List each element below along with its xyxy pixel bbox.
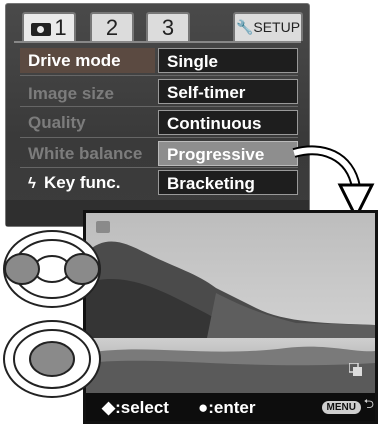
menu-item-drive-mode[interactable]: Drive mode [20,48,155,73]
row-divider [20,137,298,138]
landscape-photo [86,213,375,393]
option-progressive[interactable]: Progressive [158,141,298,166]
option-bracketing[interactable]: Bracketing [158,170,298,195]
wrench-icon: 🔧 [235,19,254,35]
menu-button-badge[interactable]: MENU [321,401,361,414]
tab-3[interactable]: 3 [146,12,190,41]
row-divider [20,106,298,107]
tab-1[interactable]: 1 [22,12,76,41]
tab-2[interactable]: 2 [90,12,134,41]
playback-screen: ◆:select ●:enter MENU ⮌ [83,210,378,424]
row-divider [20,75,298,76]
tab-divider [14,41,301,43]
controller-left-right-icon [3,230,101,308]
menu-item-image-size[interactable]: Image size [20,81,155,106]
option-single[interactable]: Single [158,48,298,73]
menu-item-quality[interactable]: Quality [20,110,155,135]
row-divider [20,167,298,168]
tab-setup[interactable]: 🔧SETUP [233,12,303,41]
playback-footer: ◆:select ●:enter MENU ⮌ [86,393,375,421]
copy-icon [349,363,362,376]
option-continuous[interactable]: Continuous [158,110,298,135]
flash-icon: ϟ [28,175,36,192]
select-hint: ◆:select [102,398,169,417]
menu-item-key-func[interactable]: ϟ Key func. [20,170,155,195]
camera-icon [31,22,52,36]
back-icon[interactable]: ⮌ [364,395,374,417]
menu-item-white-balance[interactable]: White balance [20,141,155,166]
enter-hint: ●:enter [198,398,256,417]
camera-menu: 1 2 3 🔧SETUP Drive mode Image size Quali… [5,3,310,227]
option-self-timer[interactable]: Self-timer [158,79,298,104]
controller-center-icon [3,320,101,398]
